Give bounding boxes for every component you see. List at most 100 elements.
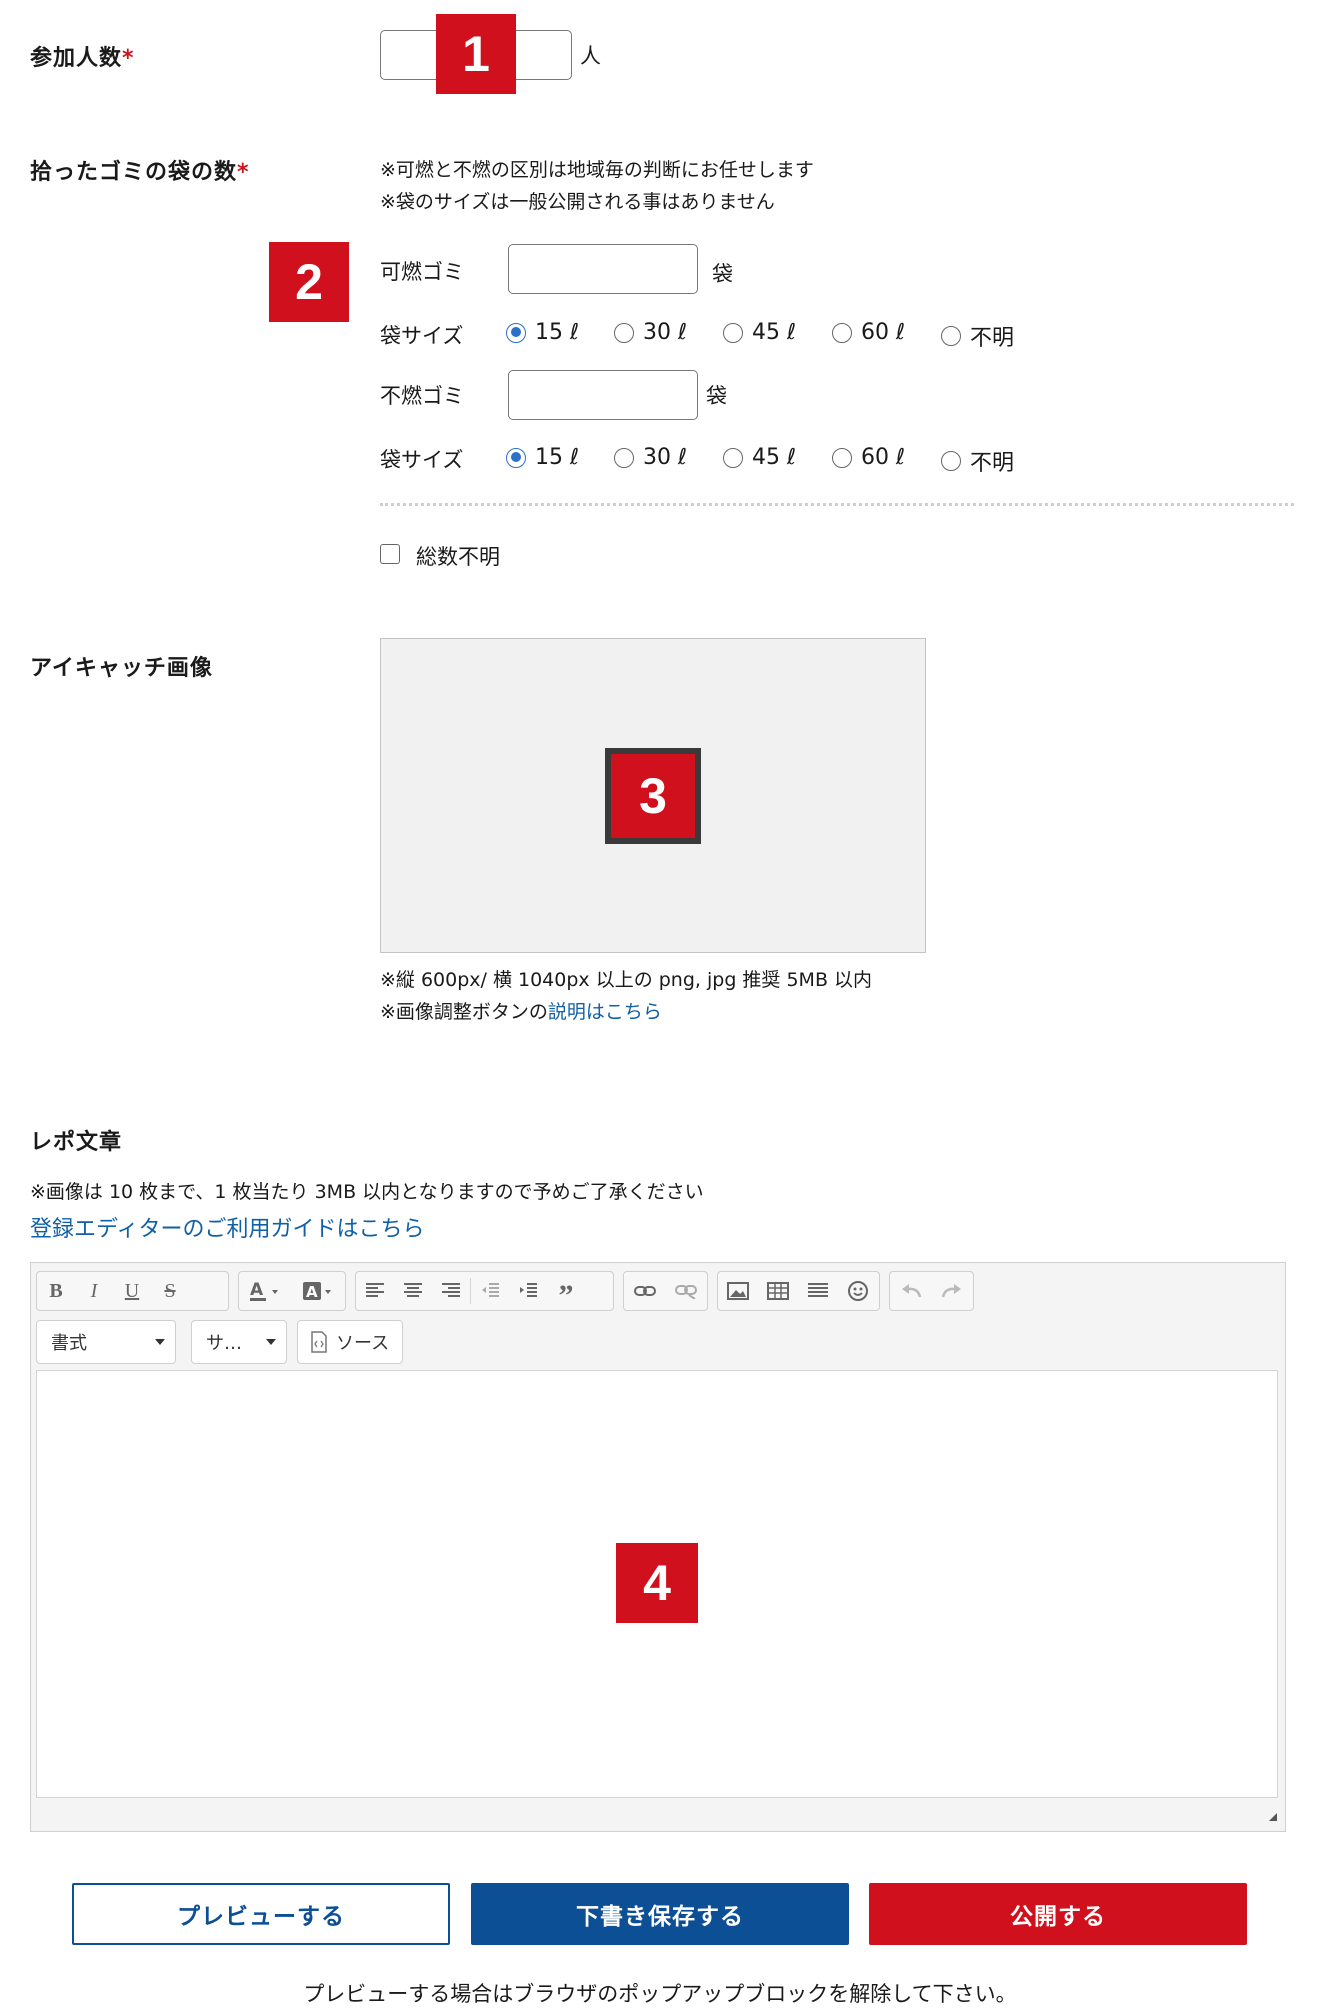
format-select[interactable]: 書式 bbox=[36, 1320, 176, 1364]
nonburnable-label: 不燃ゴミ bbox=[380, 384, 464, 408]
preview-button[interactable]: プレビューする bbox=[72, 1883, 450, 1945]
background-color-icon[interactable]: A bbox=[292, 1273, 345, 1309]
nonburnable-count-input[interactable] bbox=[508, 370, 698, 420]
table-icon[interactable] bbox=[758, 1273, 798, 1309]
strikethrough-icon[interactable]: S bbox=[151, 1273, 189, 1309]
bold-icon[interactable]: B bbox=[37, 1273, 75, 1309]
divider bbox=[380, 503, 1294, 506]
underline-icon[interactable]: U bbox=[113, 1273, 151, 1309]
toolbar-group-history bbox=[889, 1271, 974, 1311]
image-icon[interactable] bbox=[718, 1273, 758, 1309]
participants-unit: 人 bbox=[580, 44, 601, 68]
burnable-size-45[interactable]: 45 ℓ bbox=[723, 320, 796, 345]
marker-2: 2 bbox=[269, 242, 349, 322]
unknown-total-checkbox[interactable] bbox=[380, 544, 400, 564]
radio[interactable] bbox=[614, 322, 634, 343]
chevron-down-icon bbox=[155, 1339, 165, 1345]
unlink-icon[interactable] bbox=[666, 1273, 708, 1309]
marker-4: 4 bbox=[616, 1543, 698, 1623]
align-left-icon[interactable] bbox=[356, 1273, 394, 1309]
toolbar-group-basic: B I U S bbox=[36, 1271, 229, 1311]
horizontal-line-icon[interactable] bbox=[798, 1273, 838, 1309]
text-color-glyph: A bbox=[249, 1280, 278, 1301]
toolbar-group-paragraph: ” bbox=[355, 1271, 614, 1312]
image-adjust-help-link[interactable]: 説明はこちら bbox=[548, 1001, 662, 1023]
unknown-total-label: 総数不明 bbox=[416, 545, 500, 569]
unlink-glyph bbox=[675, 1285, 698, 1299]
indent-icon[interactable] bbox=[509, 1273, 547, 1309]
emoji-icon[interactable] bbox=[838, 1273, 878, 1309]
link-glyph bbox=[633, 1286, 656, 1296]
radio[interactable] bbox=[941, 451, 961, 471]
radio-selected[interactable] bbox=[506, 447, 526, 468]
redo-glyph bbox=[942, 1284, 962, 1298]
burnable-size-15[interactable]: 15 ℓ bbox=[506, 320, 579, 345]
burnable-label: 可燃ゴミ bbox=[380, 260, 464, 284]
nonburnable-size-30[interactable]: 30 ℓ bbox=[614, 445, 687, 470]
eyecatch-label: アイキャッチ画像 bbox=[30, 656, 213, 681]
svg-text:A: A bbox=[306, 1283, 318, 1301]
emoji-glyph bbox=[848, 1281, 868, 1301]
align-center-glyph bbox=[404, 1283, 422, 1297]
align-right-icon[interactable] bbox=[432, 1273, 470, 1309]
burnable-size-30[interactable]: 30 ℓ bbox=[614, 320, 687, 345]
blockquote-icon[interactable]: ” bbox=[547, 1273, 585, 1312]
text-color-icon[interactable]: A bbox=[239, 1273, 292, 1309]
image-glyph bbox=[727, 1282, 749, 1300]
marker-1: 1 bbox=[436, 14, 516, 94]
report-label: レポ文章 bbox=[30, 1130, 123, 1155]
source-icon bbox=[311, 1331, 327, 1353]
toolbar-group-colors: A A bbox=[238, 1271, 346, 1311]
chevron-down-icon bbox=[266, 1339, 276, 1345]
publish-button[interactable]: 公開する bbox=[869, 1883, 1247, 1945]
popup-note: プレビューする場合はブラウザのポップアップブロックを解除して下さい。 bbox=[303, 1982, 1017, 2006]
nonburnable-size-unknown[interactable]: 不明 bbox=[941, 445, 1014, 477]
radio[interactable] bbox=[832, 322, 852, 343]
table-glyph bbox=[767, 1282, 789, 1300]
link-icon[interactable] bbox=[624, 1273, 666, 1309]
radio[interactable] bbox=[614, 447, 634, 468]
radio[interactable] bbox=[723, 322, 743, 343]
radio[interactable] bbox=[941, 326, 961, 346]
editor-guide-link[interactable]: 登録エディターのご利用ガイドはこちら bbox=[30, 1211, 424, 1243]
redo-icon[interactable] bbox=[932, 1273, 974, 1309]
outdent-icon[interactable] bbox=[471, 1273, 509, 1309]
toolbar-group-links bbox=[623, 1271, 708, 1311]
nonburnable-size-45[interactable]: 45 ℓ bbox=[723, 445, 796, 470]
radio[interactable] bbox=[723, 447, 743, 468]
burnable-size-60[interactable]: 60 ℓ bbox=[832, 320, 905, 345]
garbage-note-2: ※袋のサイズは一般公開される事はありません bbox=[380, 191, 775, 213]
align-center-icon[interactable] bbox=[394, 1273, 432, 1309]
nonburnable-size-15[interactable]: 15 ℓ bbox=[506, 445, 579, 470]
indent-glyph bbox=[520, 1283, 537, 1297]
source-button[interactable]: ソース bbox=[297, 1320, 403, 1364]
save-draft-button[interactable]: 下書き保存する bbox=[471, 1883, 849, 1945]
burnable-size-unknown[interactable]: 不明 bbox=[941, 320, 1014, 352]
garbage-note-1: ※可燃と不燃の区別は地域毎の判断にお任せします bbox=[380, 159, 814, 181]
font-size-select[interactable]: サ… bbox=[191, 1320, 287, 1364]
undo-icon[interactable] bbox=[890, 1273, 932, 1309]
outdent-glyph bbox=[482, 1283, 499, 1297]
required-mark: * bbox=[122, 46, 135, 71]
svg-text:A: A bbox=[250, 1280, 264, 1300]
marker-3: 3 bbox=[605, 748, 701, 844]
burnable-unit: 袋 bbox=[712, 262, 733, 286]
bg-color-glyph: A bbox=[302, 1282, 331, 1301]
undo-glyph bbox=[901, 1284, 921, 1298]
resize-handle[interactable] bbox=[1269, 1813, 1277, 1821]
align-left-glyph bbox=[366, 1283, 384, 1297]
hr-glyph bbox=[808, 1283, 828, 1297]
toolbar-group-insert bbox=[717, 1271, 880, 1311]
nonburnable-size-label: 袋サイズ bbox=[380, 448, 464, 472]
burnable-size-label: 袋サイズ bbox=[380, 324, 464, 348]
eyecatch-note-2: ※画像調整ボタンの説明はこちら bbox=[380, 1001, 662, 1023]
eyecatch-note-1: ※縦 600px/ 横 1040px 以上の png, jpg 推奨 5MB 以… bbox=[380, 969, 873, 991]
nonburnable-size-60[interactable]: 60 ℓ bbox=[832, 445, 905, 470]
radio[interactable] bbox=[832, 447, 852, 468]
garbage-label: 拾ったゴミの袋の数* bbox=[30, 160, 250, 185]
burnable-count-input[interactable] bbox=[508, 244, 698, 294]
italic-icon[interactable]: I bbox=[75, 1273, 113, 1309]
radio-selected[interactable] bbox=[506, 322, 526, 343]
nonburnable-unit: 袋 bbox=[706, 384, 727, 408]
align-right-glyph bbox=[442, 1283, 460, 1297]
